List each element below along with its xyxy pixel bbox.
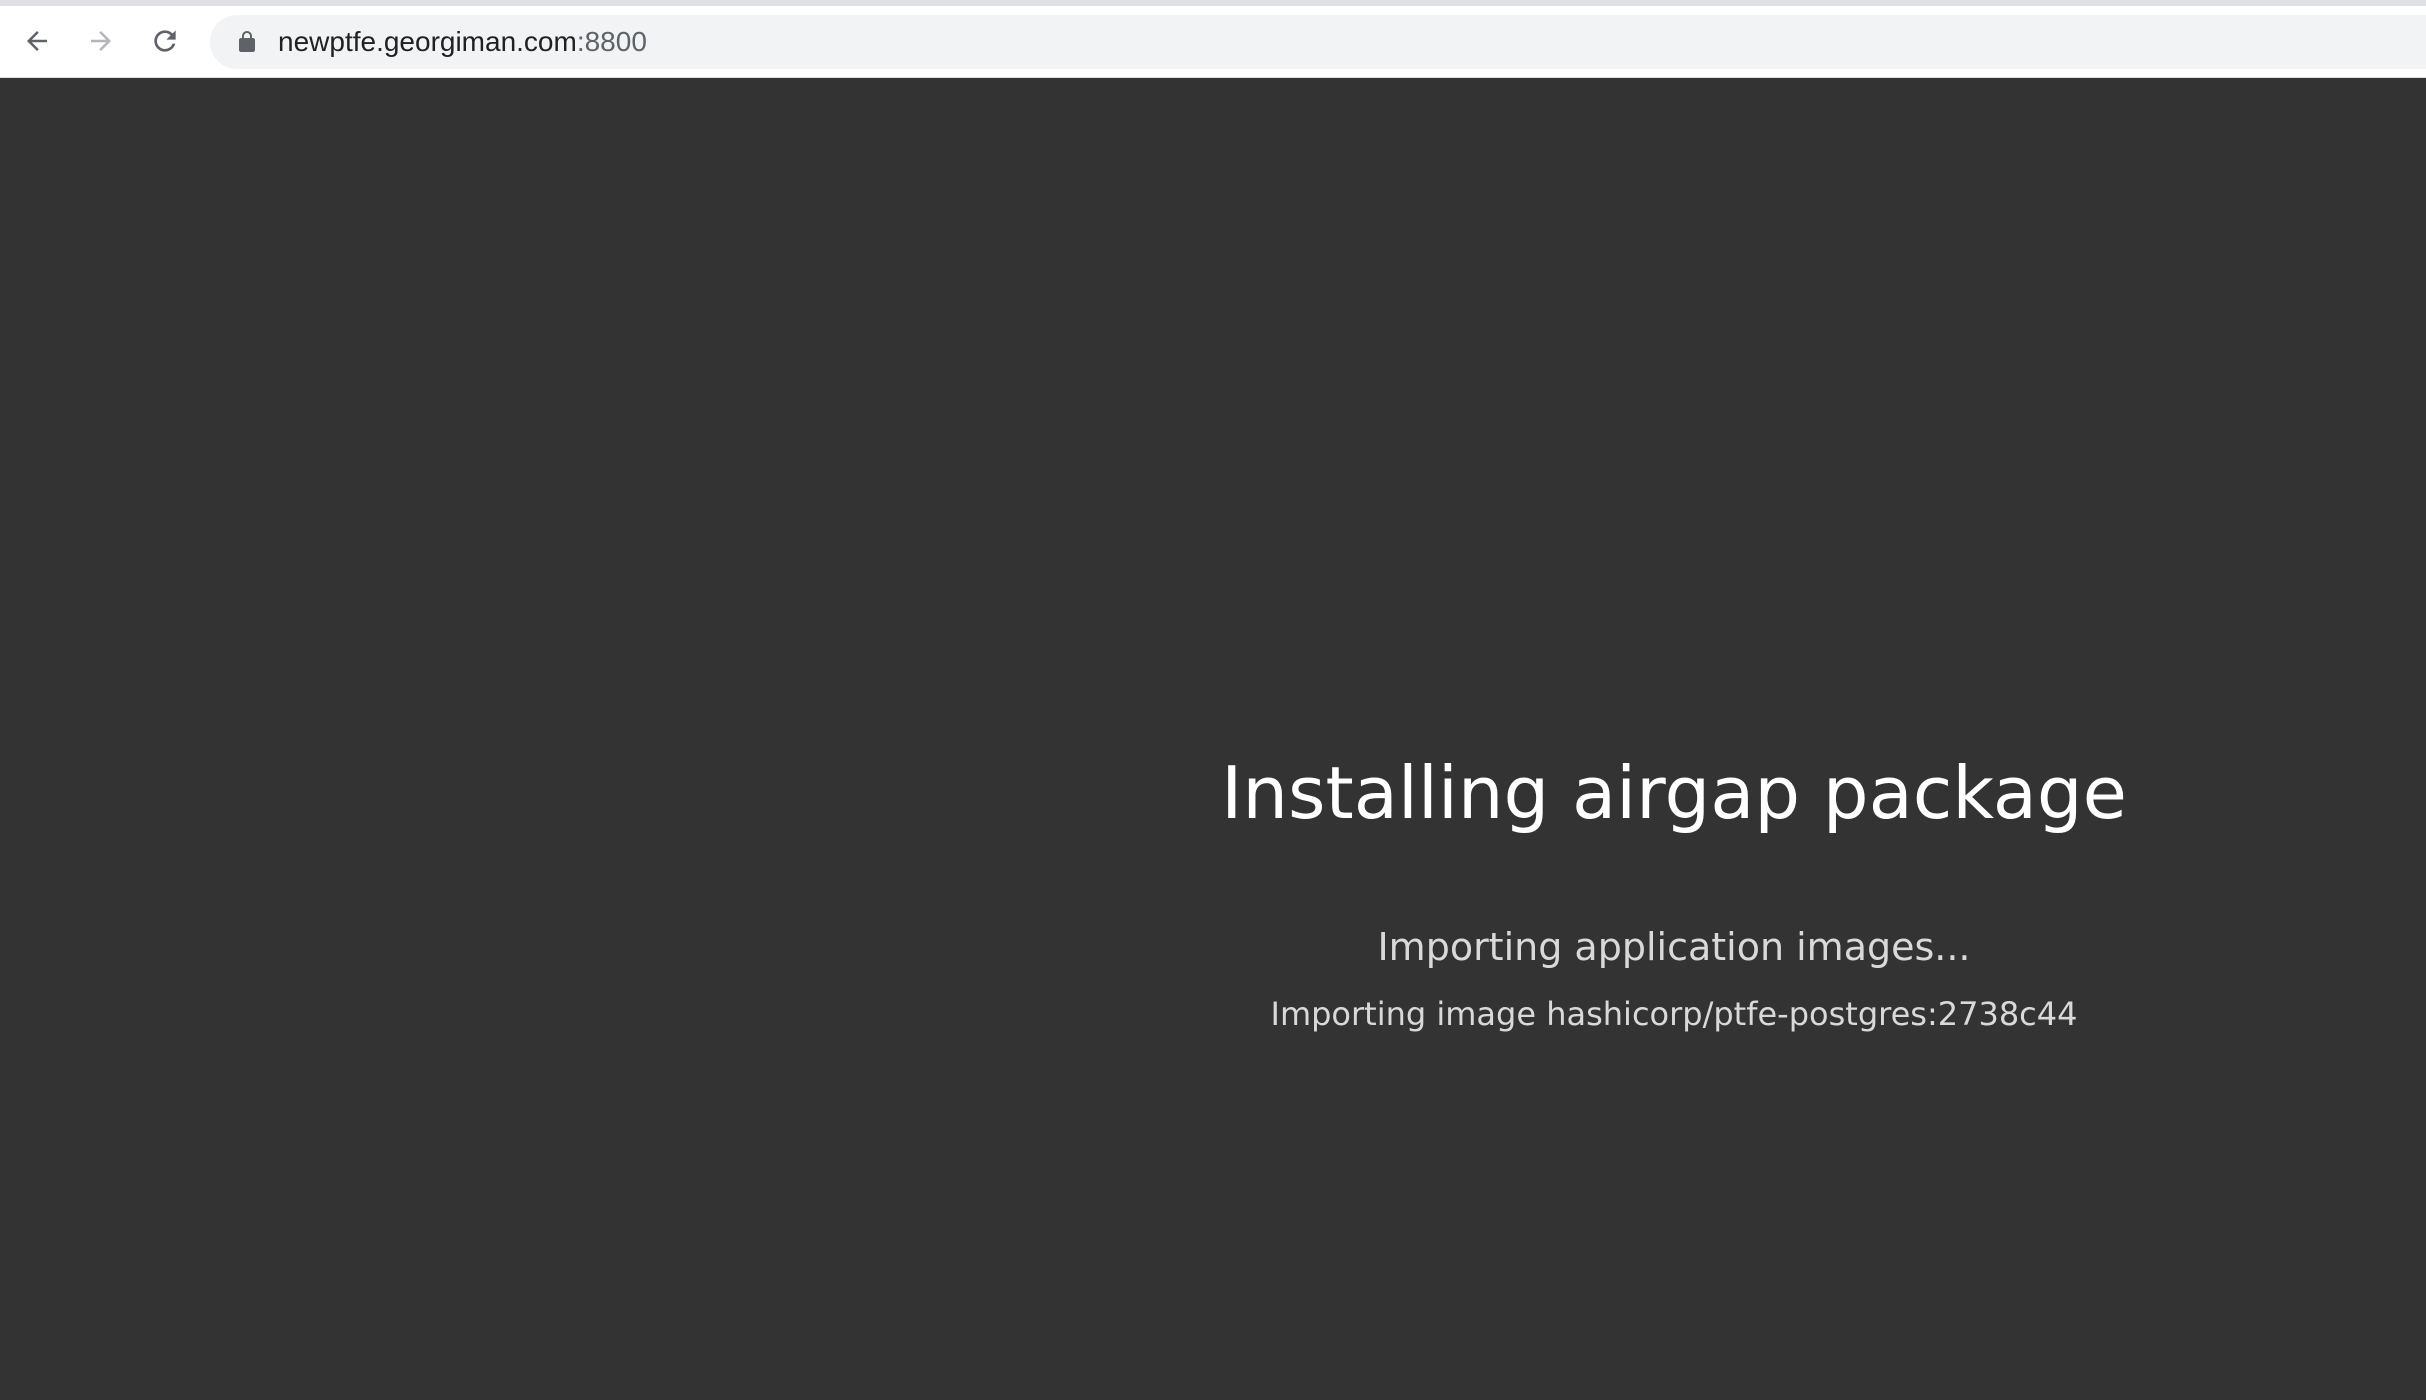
url-port: :8800: [576, 26, 647, 57]
url-text[interactable]: newptfe.georgiman.com:8800: [278, 15, 647, 69]
reload-icon: [154, 30, 176, 52]
arrow-left-icon: [27, 31, 47, 51]
address-bar[interactable]: newptfe.georgiman.com:8800: [210, 15, 2426, 69]
lock-icon[interactable]: [235, 30, 259, 54]
page-content: Installing airgap package Importing appl…: [0, 79, 2426, 1400]
browser-toolbar: newptfe.georgiman.com:8800: [0, 6, 2426, 78]
status-detail: Importing image hashicorp/ptfe-postgres:…: [1270, 995, 2078, 1033]
arrow-right-icon: [91, 31, 111, 51]
back-button[interactable]: [12, 16, 62, 66]
page-title: Installing airgap package: [1221, 751, 2127, 835]
status-message: Importing application images...: [1377, 925, 1971, 969]
url-host: newptfe.georgiman.com: [278, 26, 577, 57]
forward-button[interactable]: [76, 16, 126, 66]
reload-button[interactable]: [140, 16, 190, 66]
